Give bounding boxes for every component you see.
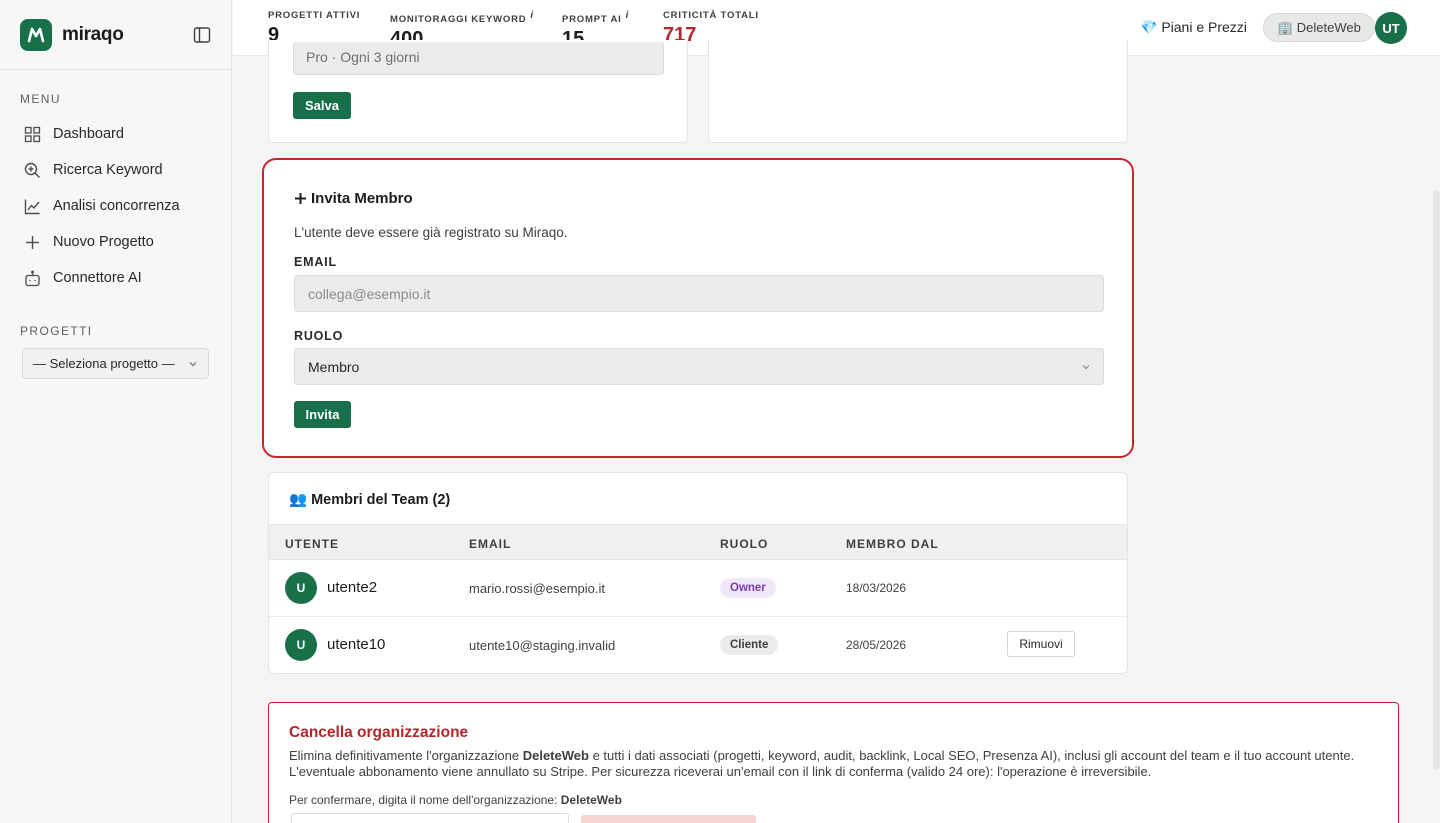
sidebar-item-ai-connector[interactable]: Connettore AI [0, 260, 231, 296]
row-member-since: 18/03/2026 [846, 581, 907, 595]
stat-label: CRITICITÀ TOTALI [663, 10, 759, 21]
project-select-value: — Seleziona progetto — [33, 356, 175, 371]
chevron-down-icon [1082, 364, 1090, 369]
save-button[interactable]: Salva [293, 92, 351, 119]
sidebar-item-new-project[interactable]: Nuovo Progetto [0, 224, 231, 260]
row-username: utente2 [327, 579, 378, 596]
invite-description: L'utente deve essere già registrato su M… [294, 225, 568, 240]
plan-field: Pro · Ogni 3 giorni [293, 42, 664, 75]
sidebar-item-label: Dashboard [53, 126, 124, 142]
line-chart-icon [24, 199, 40, 214]
avatar: U [285, 629, 317, 661]
info-icon[interactable]: i [626, 10, 630, 21]
role-badge: Cliente [720, 635, 779, 655]
sidebar: miraqo MENU Dashboard Ricerca Keyword An… [0, 0, 232, 823]
team-title: 👥 Membri del Team (2) [289, 492, 451, 508]
invite-title-text: Invita Membro [311, 190, 413, 207]
page-scrollbar[interactable] [1433, 190, 1440, 770]
side-card [708, 40, 1128, 143]
row-email: utente10@staging.invalid [469, 638, 616, 653]
project-select[interactable]: — Seleziona progetto — [22, 348, 209, 379]
column-header: RUOLO [720, 537, 769, 551]
chevron-down-icon [189, 361, 197, 366]
sidebar-item-keyword-research[interactable]: Ricerca Keyword [0, 152, 231, 188]
table-header: UTENTE EMAIL RUOLO MEMBRO DAL [269, 524, 1127, 560]
confirm-org-name-input[interactable] [291, 813, 569, 823]
sidebar-item-dashboard[interactable]: Dashboard [0, 116, 231, 152]
table-row: U utente10 utente10@staging.invalid Clie… [269, 617, 1127, 673]
role-select[interactable]: Membro [294, 348, 1104, 385]
sidebar-item-competitor-analysis[interactable]: Analisi concorrenza [0, 188, 231, 224]
org-name: DeleteWeb [522, 748, 589, 763]
pricing-link[interactable]: 💎 Piani e Prezzi [1140, 19, 1247, 36]
danger-title: Cancella organizzazione [289, 724, 469, 741]
stat-label: PROMPT AI [562, 14, 622, 26]
role-select-value: Membro [308, 358, 360, 375]
column-header: UTENTE [285, 537, 339, 551]
email-label: EMAIL [294, 255, 337, 269]
user-avatar[interactable]: UT [1375, 12, 1407, 44]
plan-value: Pro · Ogni 3 giorni [306, 49, 420, 65]
org-switcher[interactable]: 🏢 DeleteWeb [1263, 13, 1375, 42]
sidebar-item-label: Ricerca Keyword [53, 162, 163, 178]
stat-label: MONITORAGGI KEYWORD [390, 14, 527, 26]
sidebar-item-label: Nuovo Progetto [53, 234, 154, 250]
invite-title: Invita Membro [294, 190, 413, 207]
column-header: MEMBRO DAL [846, 537, 939, 551]
sidebar-toggle-icon[interactable] [193, 26, 211, 44]
logo-icon[interactable] [20, 18, 52, 51]
remove-member-button[interactable]: Rimuovi [1007, 631, 1075, 657]
danger-description: Elimina definitivamente l'organizzazione… [289, 748, 1355, 779]
team-members-card: 👥 Membri del Team (2) UTENTE EMAIL RUOLO… [268, 472, 1128, 674]
invite-member-card: Invita Membro L'utente deve essere già r… [262, 158, 1134, 458]
robot-icon [25, 270, 40, 286]
confirm-instructions: Per confermare, digita il nome dell'orga… [289, 793, 622, 807]
sidebar-item-label: Analisi concorrenza [53, 198, 180, 214]
sidebar-item-label: Connettore AI [53, 270, 142, 286]
brand-name: miraqo [62, 23, 124, 45]
stat-label: PROGETTI ATTIVI [268, 10, 361, 21]
delete-organization-button[interactable] [581, 815, 756, 823]
search-icon [24, 162, 40, 178]
column-header: EMAIL [469, 537, 512, 551]
plus-icon [26, 235, 39, 249]
row-username: utente10 [327, 636, 386, 653]
menu-section-label: MENU [20, 92, 61, 106]
info-icon[interactable]: i [530, 10, 534, 21]
row-member-since: 28/05/2026 [846, 638, 907, 652]
avatar: U [285, 572, 317, 604]
delete-organization-card: Cancella organizzazione Elimina definiti… [268, 702, 1399, 823]
email-field[interactable]: collega@esempio.it [294, 275, 1104, 312]
invite-button[interactable]: Invita [294, 401, 351, 428]
table-row: U utente2 mario.rossi@esempio.it Owner 1… [269, 560, 1127, 617]
grid-icon [24, 126, 41, 142]
role-badge: Owner [720, 578, 776, 598]
row-email: mario.rossi@esempio.it [469, 581, 606, 596]
projects-section-label: PROGETTI [20, 324, 93, 338]
plan-settings-card: Pro · Ogni 3 giorni Salva [268, 40, 688, 143]
brand-header: miraqo [0, 0, 231, 70]
confirm-org-name: DeleteWeb [560, 793, 622, 807]
role-label: RUOLO [294, 329, 344, 343]
plus-icon [295, 193, 306, 204]
